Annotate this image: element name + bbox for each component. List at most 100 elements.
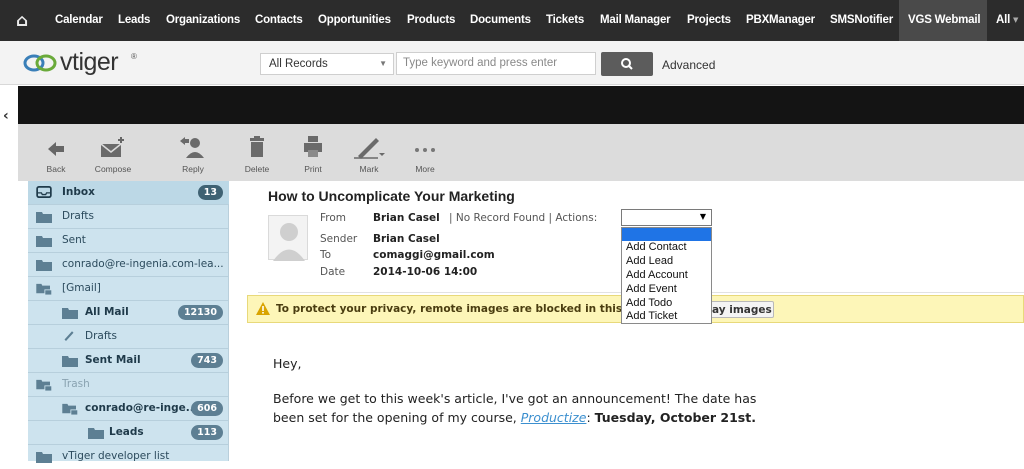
folder-conrado-inge[interactable]: conrado@re-inge... 606 <box>28 397 229 421</box>
folder-leads[interactable]: Leads 113 <box>28 421 229 445</box>
folder-gmail-drafts[interactable]: Drafts <box>28 325 229 349</box>
records-select[interactable]: All Records ▼ <box>260 53 394 75</box>
nav-calendar[interactable]: Calendar <box>55 14 103 26</box>
nav-projects[interactable]: Projects <box>687 14 731 26</box>
pen-icon <box>354 138 385 159</box>
folder-vtiger-dev-list[interactable]: vTiger developer list <box>28 445 229 469</box>
back-arrow-icon <box>48 142 64 156</box>
more-button[interactable]: More <box>412 134 438 174</box>
option-add-ticket[interactable]: Add Ticket <box>626 310 677 322</box>
folder-label: Trash <box>62 378 90 390</box>
search-input[interactable]: Type keyword and press enter <box>396 52 596 75</box>
sender-value: Brian Casel <box>373 233 440 245</box>
top-navigation: ⌂ Calendar Leads Organizations Contacts … <box>0 0 1024 41</box>
pen-icon <box>64 331 74 341</box>
from-record-info: | No Record Found | Actions: <box>449 212 598 224</box>
unread-count-badge: 606 <box>191 401 223 416</box>
folder-label: conrado@re-ingenia.com-lea... <box>62 258 224 270</box>
from-value: Brian Casel <box>373 212 440 224</box>
actions-dropdown-list: Add Contact Add Lead Add Account Add Eve… <box>621 227 712 324</box>
advanced-search-link[interactable]: Advanced <box>662 58 715 72</box>
back-button[interactable]: Back <box>44 134 68 174</box>
nav-mail-manager[interactable]: Mail Manager <box>600 14 671 26</box>
nav-vgs-webmail[interactable]: VGS Webmail <box>908 14 981 26</box>
mail-body-greeting: Hey, <box>273 356 302 371</box>
option-add-todo[interactable]: Add Todo <box>626 297 672 309</box>
nav-leads[interactable]: Leads <box>118 14 150 26</box>
print-button[interactable]: Print <box>302 134 324 174</box>
compose-label: Compose <box>94 164 132 174</box>
option-add-lead[interactable]: Add Lead <box>626 255 673 267</box>
home-icon[interactable]: ⌂ <box>16 12 38 30</box>
nav-tickets[interactable]: Tickets <box>546 14 584 26</box>
printer-icon <box>304 136 322 157</box>
folder-label: All Mail <box>85 306 129 318</box>
nav-smsnotifier[interactable]: SMSNotifier <box>830 14 893 26</box>
nav-organizations[interactable]: Organizations <box>166 14 240 26</box>
search-button[interactable] <box>601 52 653 76</box>
folder-group-icon <box>36 283 52 295</box>
line2-text: been set for the opening of my course, <box>273 410 521 425</box>
to-label: To <box>320 249 332 261</box>
folder-label: Leads <box>109 426 144 438</box>
folder-icon <box>36 452 52 463</box>
nav-all-caret-icon: ▼ <box>1013 16 1019 24</box>
folder-label: conrado@re-inge... <box>85 402 198 414</box>
folder-icon <box>36 212 52 223</box>
to-value: comaggi@gmail.com <box>373 249 495 261</box>
productize-link[interactable]: Productize <box>521 410 587 425</box>
compose-icon <box>100 137 124 157</box>
chevron-left-icon: ‹ <box>3 108 9 124</box>
mark-button[interactable]: Mark <box>352 134 386 174</box>
folder-sent-mail[interactable]: Sent Mail 743 <box>28 349 229 373</box>
actions-option-empty[interactable] <box>622 228 711 241</box>
folder-trash[interactable]: Trash <box>28 373 229 397</box>
mail-body-line1: Before we get to this week's article, I'… <box>273 391 757 406</box>
actions-select[interactable]: ▼ <box>621 209 712 226</box>
line2-colon: : <box>586 410 595 425</box>
nav-documents[interactable]: Documents <box>470 14 531 26</box>
folder-inbox[interactable]: Inbox 13 <box>28 181 229 205</box>
more-dots-icon <box>415 148 435 152</box>
compose-button[interactable]: Compose <box>95 134 131 174</box>
nav-contacts[interactable]: Contacts <box>255 14 303 26</box>
nav-products[interactable]: Products <box>407 14 455 26</box>
print-label: Print <box>304 164 322 174</box>
vtiger-logo-icon <box>23 54 57 72</box>
folder-icon <box>62 356 78 367</box>
warning-icon <box>256 302 270 315</box>
option-add-event[interactable]: Add Event <box>626 283 677 295</box>
nav-all[interactable]: All <box>996 14 1010 26</box>
nav-pbxmanager[interactable]: PBXManager <box>746 14 815 26</box>
folder-icon <box>36 236 52 247</box>
folder-all-mail[interactable]: All Mail 12130 <box>28 301 229 325</box>
sender-label: Sender <box>320 233 358 245</box>
folder-group-icon <box>62 403 78 415</box>
folder-label: Inbox <box>62 186 95 198</box>
reply-button[interactable]: Reply <box>178 134 208 174</box>
from-label: From <box>320 212 347 224</box>
delete-label: Delete <box>244 164 270 174</box>
chevron-down-icon: ▼ <box>379 59 387 68</box>
folder-conrado-leads[interactable]: conrado@re-ingenia.com-lea... <box>28 253 229 277</box>
date-value: 2014-10-06 14:00 <box>373 266 478 278</box>
logo-text: vtiger <box>60 48 119 76</box>
folder-label: Drafts <box>62 210 94 222</box>
mail-toolbar <box>18 124 1024 181</box>
unread-count-badge: 113 <box>191 425 223 440</box>
folder-gmail[interactable]: [Gmail] <box>28 277 229 301</box>
delete-button[interactable]: Delete <box>245 134 269 174</box>
records-select-value: All Records <box>269 58 328 70</box>
inbox-icon <box>36 186 52 198</box>
folder-sent[interactable]: Sent <box>28 229 229 253</box>
option-add-contact[interactable]: Add Contact <box>626 241 687 253</box>
module-header-band <box>18 86 1024 124</box>
logo-trademark: ® <box>131 52 137 61</box>
folder-icon <box>88 428 104 439</box>
option-add-account[interactable]: Add Account <box>626 269 688 281</box>
folder-icon <box>62 308 78 319</box>
sidebar-collapse-toggle[interactable]: ‹ <box>0 100 18 136</box>
folder-drafts[interactable]: Drafts <box>28 205 229 229</box>
folder-label: Sent <box>62 234 86 246</box>
nav-opportunities[interactable]: Opportunities <box>318 14 391 26</box>
